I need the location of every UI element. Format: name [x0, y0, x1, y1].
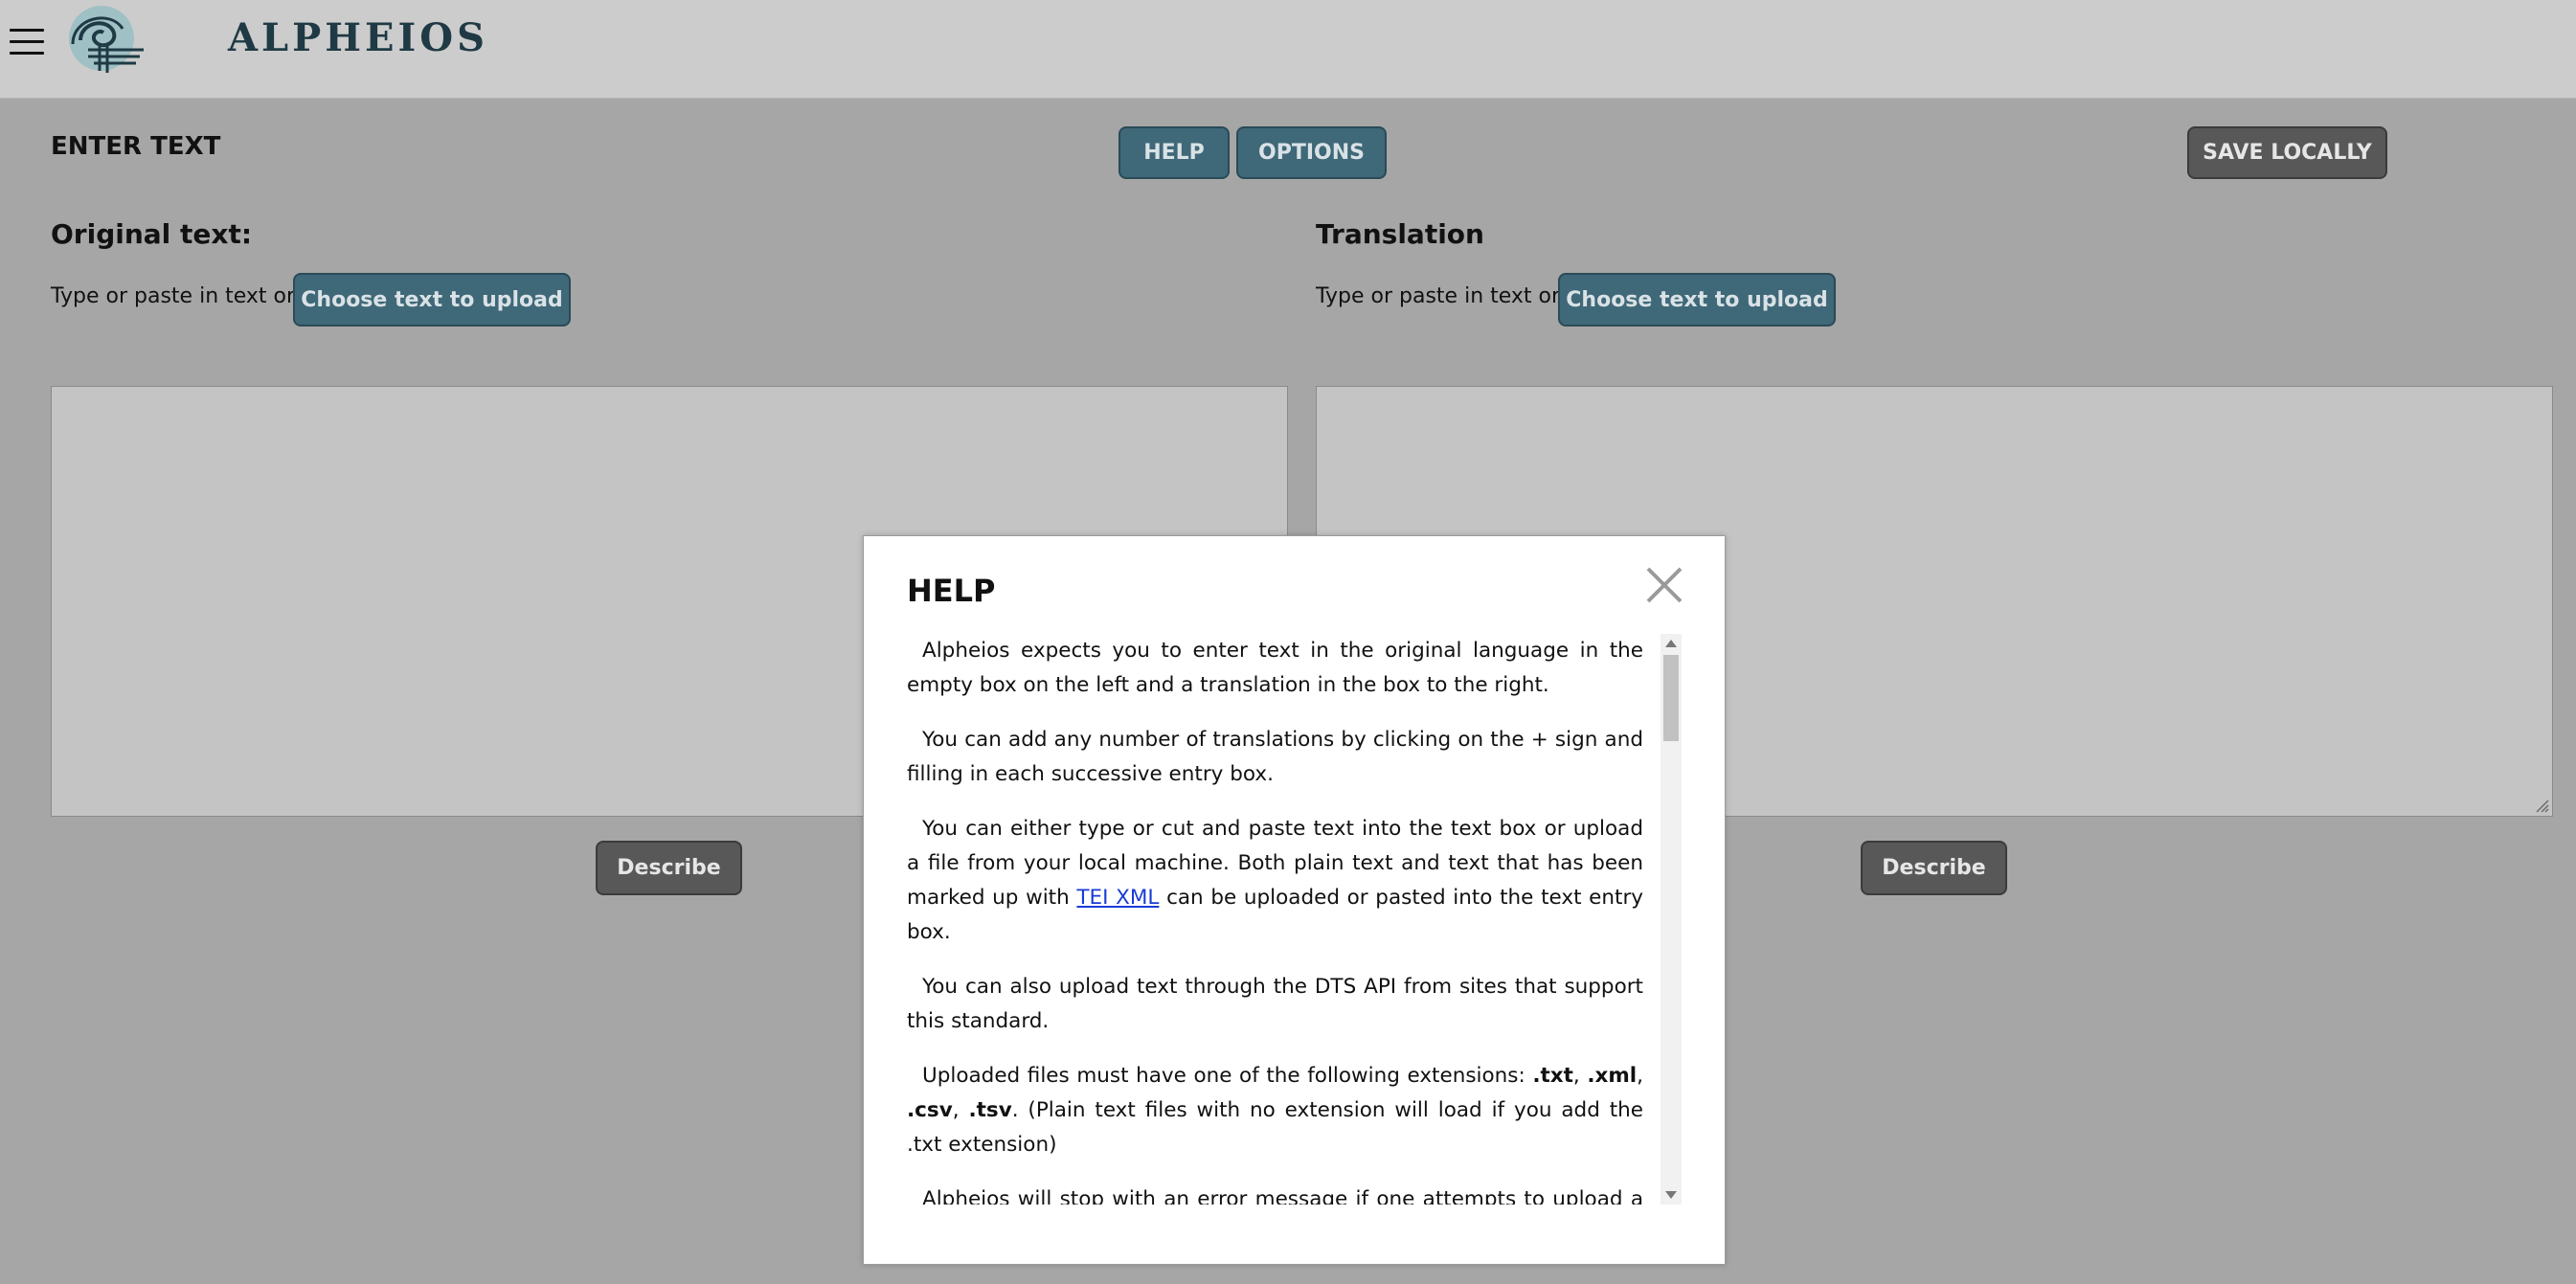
- alpheios-logo-icon: [69, 6, 144, 73]
- help-paragraph: You can add any number of translations b…: [907, 728, 1643, 786]
- help-scrollbar[interactable]: [1661, 634, 1682, 1205]
- close-icon[interactable]: [1642, 563, 1686, 607]
- help-paragraph: Alpheios expects you to enter text in th…: [907, 639, 1643, 697]
- help-modal-title: HELP: [907, 573, 996, 609]
- help-paragraph: Alpheios will stop with an error message…: [922, 1187, 1643, 1205]
- options-button[interactable]: OPTIONS: [1236, 126, 1387, 179]
- help-text: . (Plain text files with no extension wi…: [907, 1098, 1643, 1157]
- scroll-up-arrow-icon[interactable]: [1665, 640, 1677, 647]
- resize-handle-icon[interactable]: [2535, 799, 2550, 814]
- scroll-thumb[interactable]: [1663, 655, 1679, 741]
- help-content[interactable]: Alpheios expects you to enter text in th…: [907, 634, 1643, 1205]
- alpheios-logo[interactable]: ALPHEIOS: [56, 2, 485, 75]
- extension-xml: .xml: [1587, 1064, 1638, 1088]
- app-header: ALPHEIOS: [0, 0, 2576, 99]
- help-paragraph: You can either type or cut and paste tex…: [907, 812, 1643, 950]
- page-title: ENTER TEXT: [51, 132, 221, 161]
- translation-heading: Translation: [1316, 218, 1484, 250]
- extension-txt: .txt: [1532, 1064, 1573, 1088]
- original-upload-button[interactable]: Choose text to upload: [293, 273, 571, 327]
- help-paragraph: Uploaded files must have one of the foll…: [907, 1064, 1643, 1157]
- logo-text: ALPHEIOS: [228, 15, 488, 60]
- original-text-heading: Original text:: [51, 218, 253, 250]
- original-describe-button[interactable]: Describe: [596, 841, 742, 895]
- tei-xml-link[interactable]: TEI XML: [1076, 886, 1159, 910]
- help-text: Uploaded files must have one of the foll…: [922, 1064, 1525, 1088]
- extension-csv: .csv: [907, 1098, 953, 1122]
- translation-upload-button[interactable]: Choose text to upload: [1558, 273, 1836, 327]
- save-locally-button[interactable]: SAVE LOCALLY: [2187, 126, 2387, 179]
- translation-describe-button[interactable]: Describe: [1861, 841, 2007, 895]
- scroll-down-arrow-icon[interactable]: [1665, 1191, 1677, 1199]
- translation-type-label: Type or paste in text or: [1316, 284, 1561, 308]
- original-type-label: Type or paste in text or: [51, 284, 296, 308]
- help-modal: HELP Alpheios expects you to enter text …: [863, 535, 1726, 1265]
- help-button[interactable]: HELP: [1119, 126, 1230, 179]
- help-paragraph: You can also upload text through the DTS…: [907, 975, 1643, 1033]
- hamburger-menu-icon[interactable]: [10, 29, 44, 56]
- extension-tsv: .tsv: [968, 1098, 1012, 1122]
